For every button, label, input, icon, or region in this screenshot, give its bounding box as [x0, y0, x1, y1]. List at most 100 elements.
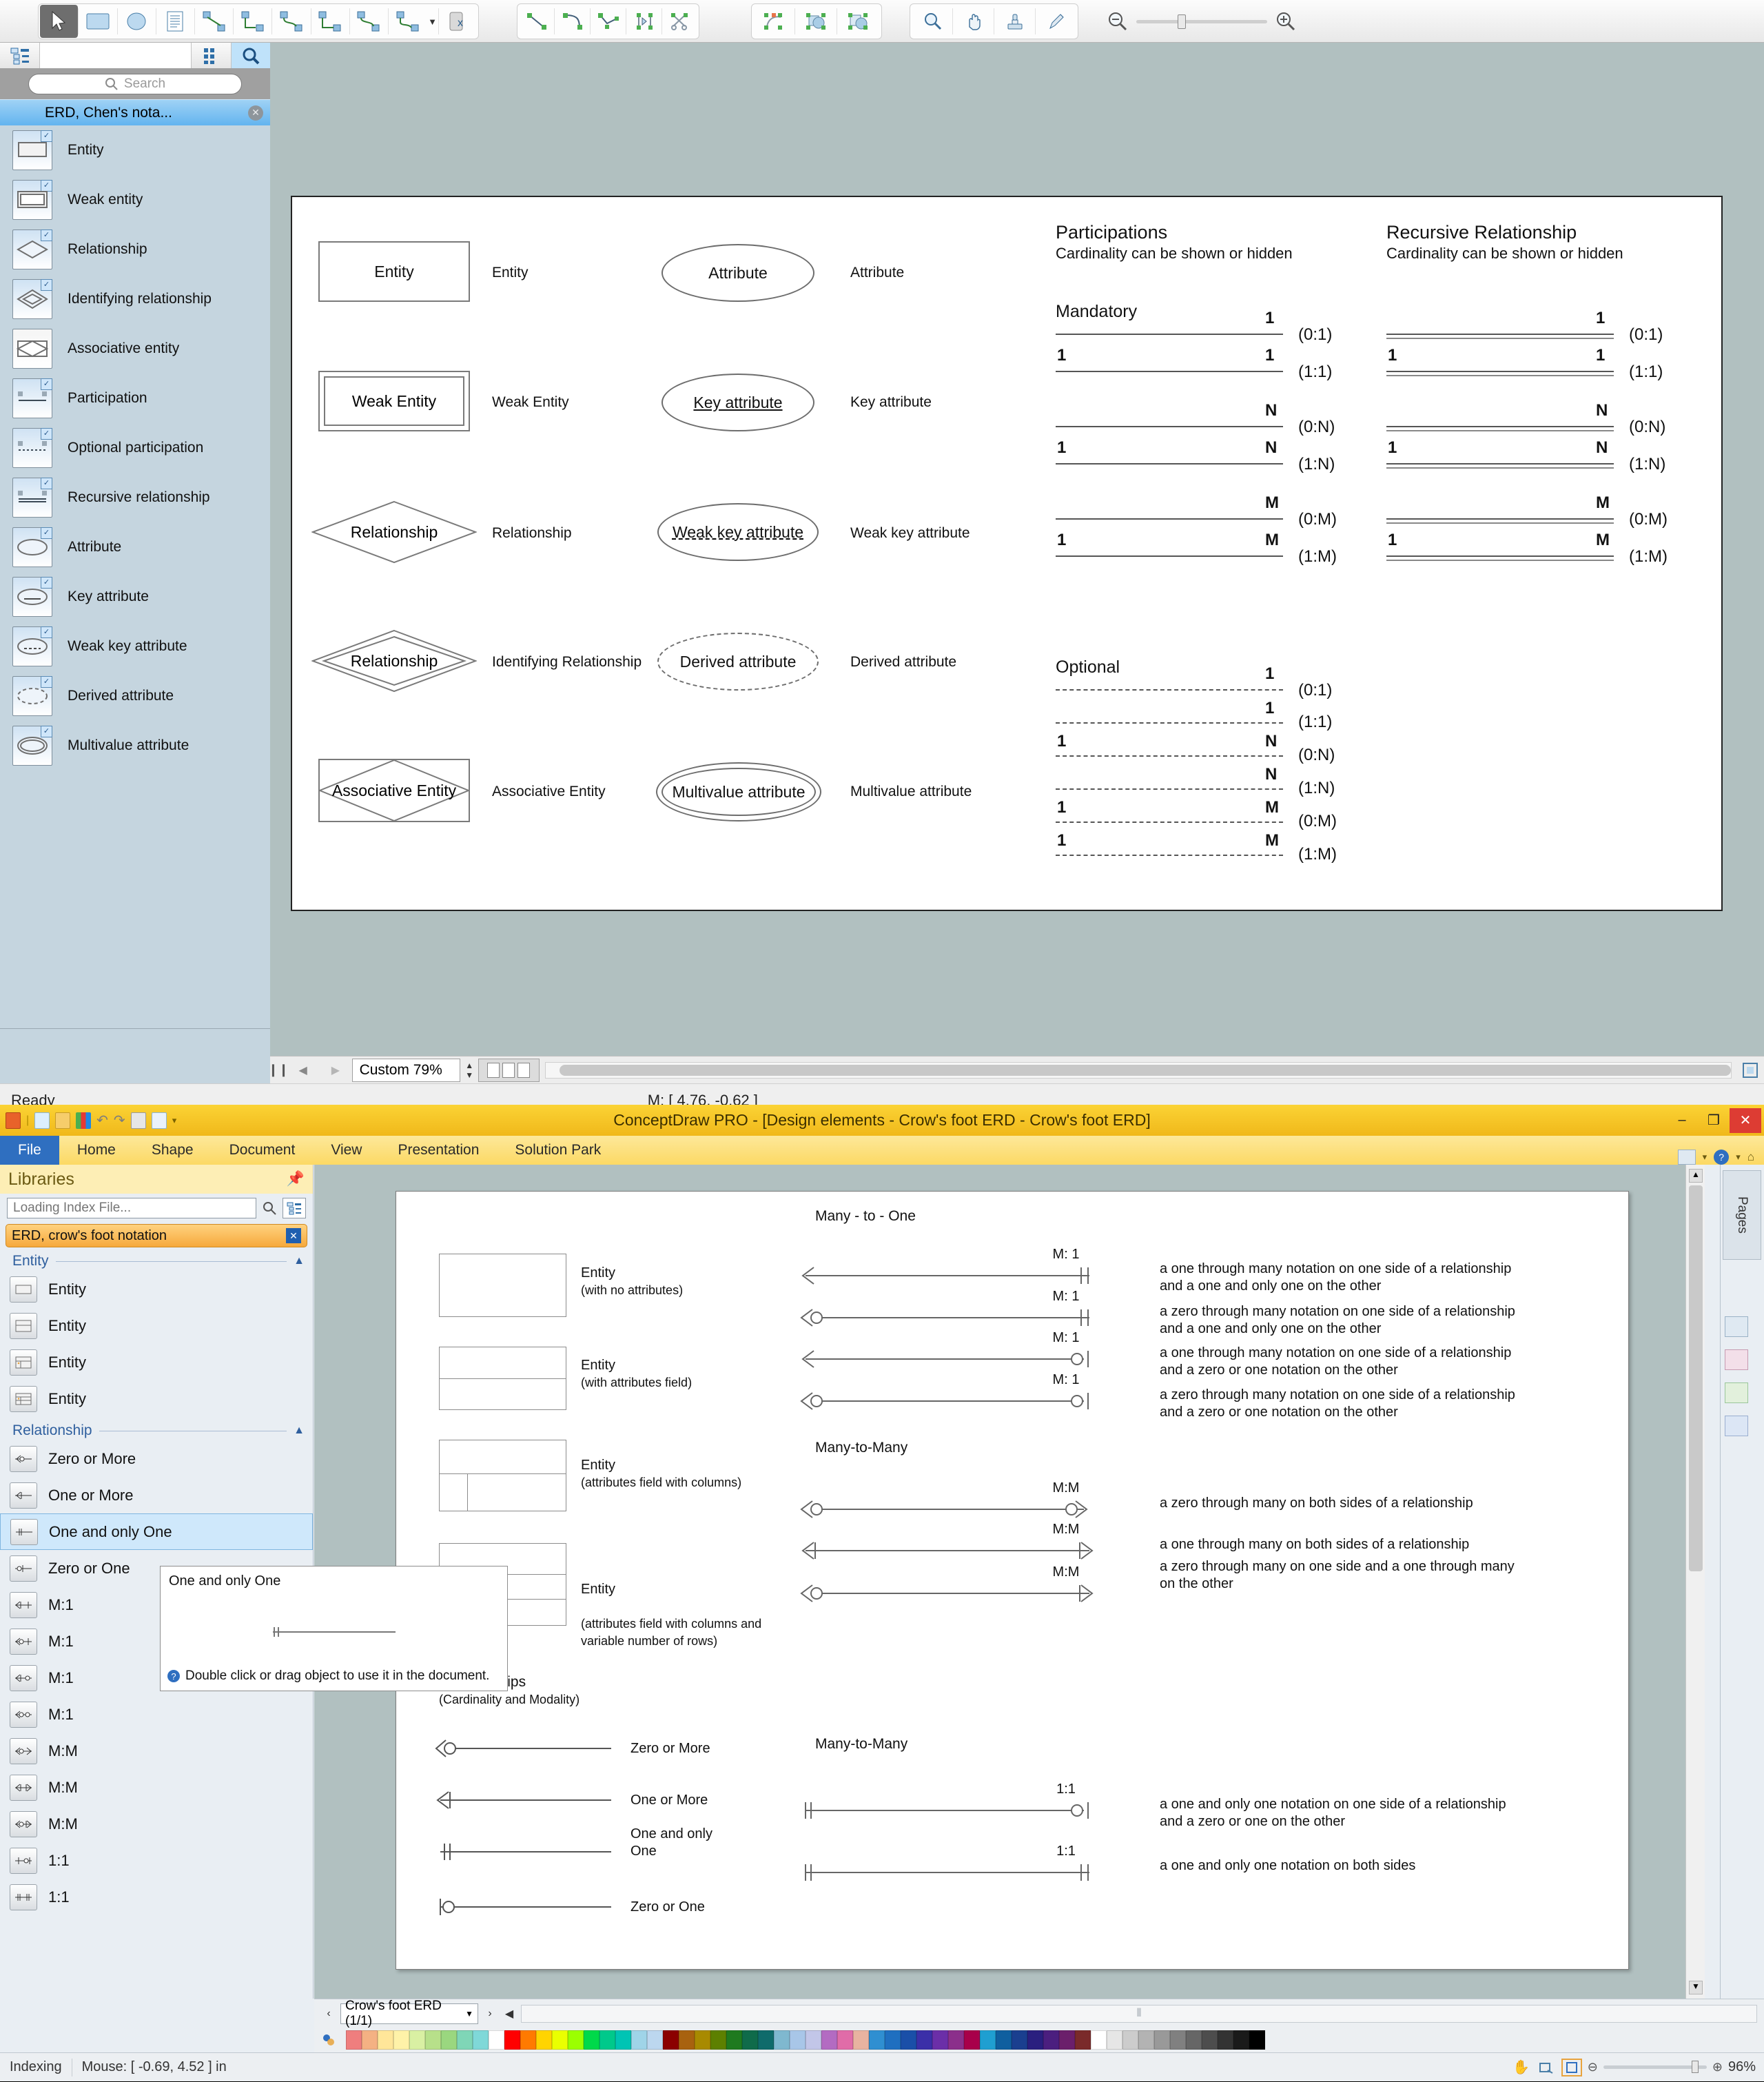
group-shapes-tool-button[interactable]: [837, 5, 879, 38]
layout-icon[interactable]: [1677, 1150, 1696, 1165]
color-swatch[interactable]: [710, 2030, 726, 2050]
crow-zero-or-more-icon[interactable]: [431, 1736, 617, 1761]
next-page-button[interactable]: ▶: [319, 1059, 351, 1082]
optional-participation-line[interactable]: [1056, 689, 1283, 691]
crow-m1-c-icon[interactable]: [796, 1349, 1099, 1369]
recursive-line[interactable]: [1386, 334, 1614, 339]
stencil-library-title[interactable]: ERD, Chen's nota... ✕: [0, 99, 270, 125]
color-swatch[interactable]: [1233, 2030, 1249, 2050]
prev-page-button[interactable]: ◀: [287, 1059, 319, 1082]
hypernote-icon[interactable]: [1725, 1416, 1748, 1436]
color-swatch[interactable]: [457, 2030, 473, 2050]
tab-file[interactable]: File: [0, 1136, 59, 1165]
zoom-slider[interactable]: [1603, 2061, 1707, 2073]
hand-icon[interactable]: ✋: [1512, 2059, 1531, 2076]
color-swatch[interactable]: [346, 2030, 362, 2050]
vertical-scrollbar[interactable]: ▲ ▼: [1685, 1165, 1705, 1999]
zoom-out-icon[interactable]: ⊖: [1588, 2060, 1598, 2074]
vertical-scrollbar-thumb[interactable]: [1689, 1185, 1703, 1571]
color-swatch[interactable]: [584, 2030, 599, 2050]
attribute-shape[interactable]: Attribute: [662, 244, 814, 302]
layers-icon[interactable]: [1725, 1316, 1748, 1337]
stencil-item-optional-participation[interactable]: ✓ Optional participation: [0, 423, 270, 473]
stencil-item-participation[interactable]: ✓ Participation: [0, 374, 270, 423]
zoom-region-icon[interactable]: [1537, 2059, 1556, 2076]
color-swatch[interactable]: [790, 2030, 806, 2050]
library-item-m-to-m-c[interactable]: M:M: [0, 1806, 313, 1842]
color-swatch[interactable]: [837, 2030, 853, 2050]
zoom-level-field[interactable]: Custom 79%: [351, 1058, 461, 1082]
library-search-button[interactable]: [232, 43, 270, 68]
color-swatch[interactable]: [473, 2030, 489, 2050]
entity-box-no-attributes[interactable]: [439, 1254, 566, 1317]
connector-dropdown-arrow-icon[interactable]: ▼: [427, 17, 438, 27]
crow-one-and-only-one-icon[interactable]: [431, 1839, 617, 1864]
next-page-button[interactable]: ›: [482, 2004, 498, 2023]
stencil-list[interactable]: ✓ Entity ✓ Weak entity ✓ Relationship ✓ …: [0, 125, 270, 1028]
zoom-out-icon[interactable]: [1106, 10, 1129, 32]
tab-document[interactable]: Document: [212, 1136, 314, 1165]
help-icon[interactable]: ?: [1714, 1150, 1730, 1165]
color-swatch[interactable]: [996, 2030, 1012, 2050]
color-swatch[interactable]: [552, 2030, 568, 2050]
zoom-slider[interactable]: [1136, 14, 1267, 29]
library-item-one-or-more[interactable]: One or More: [0, 1477, 313, 1513]
stencil-item-recursive-relationship[interactable]: ✓ Recursive relationship: [0, 473, 270, 522]
stencil-item-relationship[interactable]: ✓ Relationship: [0, 225, 270, 274]
scroll-down-button[interactable]: ▼: [1689, 1981, 1703, 1994]
entity-shape[interactable]: Entity: [318, 241, 470, 302]
hand-tool-button[interactable]: [953, 5, 994, 38]
text-tool-button[interactable]: [156, 5, 194, 38]
library-item-entity-no-attributes[interactable]: Entity: [0, 1271, 313, 1307]
stencil-item-multivalue-attribute[interactable]: ✓ Multivalue attribute: [0, 721, 270, 770]
library-item-m-to-m-a[interactable]: M:M: [0, 1733, 313, 1769]
library-group-entity[interactable]: Entity ▲: [0, 1247, 313, 1271]
cut-tool-button[interactable]: [662, 5, 697, 38]
color-swatch[interactable]: [726, 2030, 742, 2050]
delete-shape-tool-button[interactable]: x: [439, 5, 477, 38]
color-swatch[interactable]: [1075, 2030, 1091, 2050]
library-item-entity-attributes-field[interactable]: Entity: [0, 1307, 313, 1344]
home-icon[interactable]: ⌂: [1747, 1150, 1754, 1164]
color-swatch[interactable]: [806, 2030, 821, 2050]
color-swatch[interactable]: [980, 2030, 996, 2050]
crow-zero-or-one-icon[interactable]: [431, 1895, 617, 1919]
color-swatch[interactable]: [932, 2030, 948, 2050]
line-connector-tool-button[interactable]: [195, 5, 233, 38]
participation-line[interactable]: [1056, 518, 1283, 520]
page-selector[interactable]: Crow's foot ERD (1/1) ▼: [340, 1999, 478, 2028]
crow-mm-c-icon[interactable]: [796, 1584, 1099, 1603]
identifying-relationship-shape[interactable]: Relationship: [311, 629, 478, 693]
optional-participation-line[interactable]: [1056, 755, 1283, 757]
zoom-slider-thumb[interactable]: [1691, 2061, 1699, 2073]
pointer-tool-button[interactable]: [40, 5, 79, 38]
library-tree-view-button[interactable]: [0, 43, 40, 68]
weak-entity-shape[interactable]: Weak Entity: [318, 371, 470, 431]
pages-tab[interactable]: Pages: [1723, 1170, 1761, 1260]
crow-m1-b-icon[interactable]: [796, 1308, 1099, 1327]
color-swatch[interactable]: [758, 2030, 774, 2050]
library-item-one-and-only-one[interactable]: One and only One: [0, 1513, 313, 1550]
crow-m1-a-icon[interactable]: [796, 1266, 1099, 1285]
participation-line[interactable]: [1056, 371, 1283, 372]
weak-key-attribute-shape[interactable]: Weak key attribute: [657, 503, 819, 561]
color-swatch[interactable]: [1170, 2030, 1186, 2050]
window-title-bar[interactable]: | ↶ ↷ ▾ ConceptDraw PRO - [Design elemen…: [0, 1105, 1764, 1136]
color-swatch[interactable]: [695, 2030, 710, 2050]
color-swatch[interactable]: [1202, 2030, 1218, 2050]
page-scroll-track[interactable]: ⦀: [521, 2004, 1757, 2023]
color-swatch[interactable]: [1218, 2030, 1233, 2050]
drawing-canvas[interactable]: Entity Entity Weak Entity Weak Entity Re…: [270, 43, 1764, 1056]
right-angle-connector-tool-button[interactable]: [311, 5, 349, 38]
color-swatch[interactable]: [504, 2030, 520, 2050]
chevron-down-icon[interactable]: ▾: [1703, 1152, 1707, 1163]
pin-icon[interactable]: 📌: [287, 1171, 305, 1187]
page-view-buttons[interactable]: [478, 1058, 540, 1082]
color-swatch[interactable]: [1122, 2030, 1138, 2050]
color-swatch[interactable]: [869, 2030, 885, 2050]
library-item-entity-attributes-columns[interactable]: Entity: [0, 1344, 313, 1380]
stencil-item-identifying-relationship[interactable]: ✓ Identifying relationship: [0, 274, 270, 324]
zoom-in-icon[interactable]: [1274, 10, 1298, 32]
horizontal-scrollbar-thumb[interactable]: [559, 1064, 1731, 1076]
recursive-line[interactable]: [1386, 518, 1614, 524]
